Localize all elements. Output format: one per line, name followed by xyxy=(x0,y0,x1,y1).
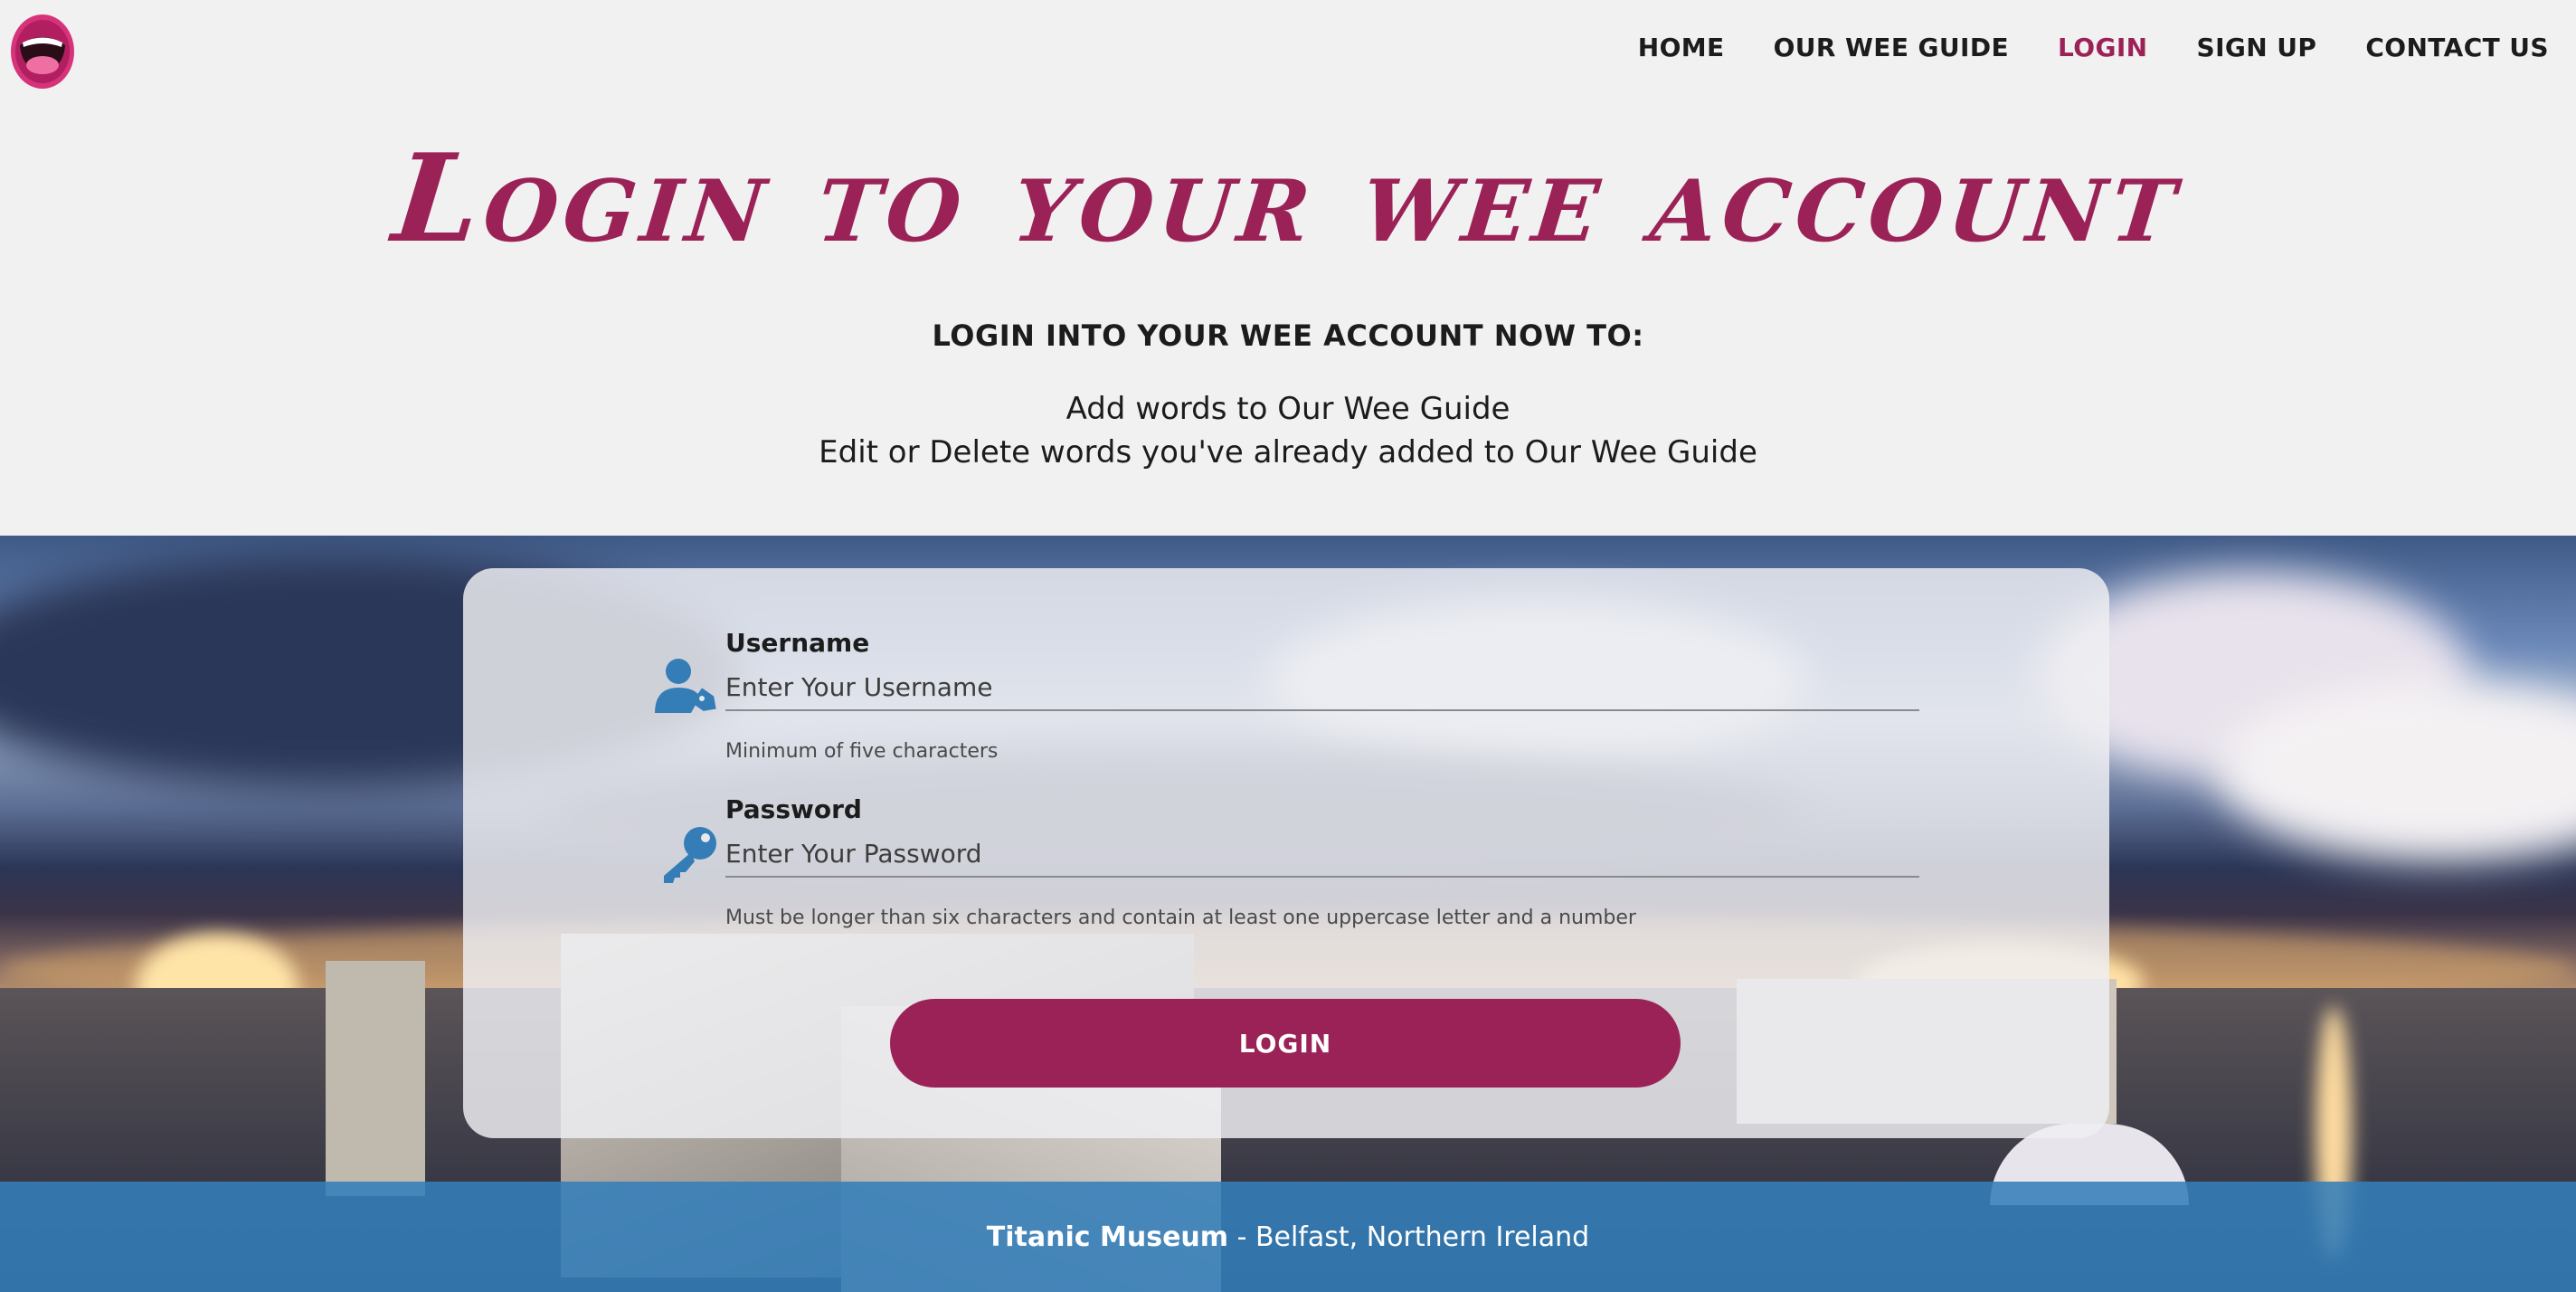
benefit-item: Add words to Our Wee Guide xyxy=(1065,391,1511,427)
login-button[interactable]: LOGIN xyxy=(890,999,1681,1088)
username-input[interactable] xyxy=(725,664,1919,711)
page-title: Login to your wee account xyxy=(387,127,2189,270)
caption-place: Titanic Museum xyxy=(986,1221,1229,1253)
main-nav: HOME OUR WEE GUIDE LOGIN SIGN UP CONTACT… xyxy=(1638,33,2549,62)
key-icon xyxy=(664,827,716,883)
nav-contact-us[interactable]: CONTACT US xyxy=(2365,33,2549,62)
open-mouth-logo-icon[interactable] xyxy=(9,13,76,90)
benefit-item: Edit or Delete words you've already adde… xyxy=(819,434,1757,470)
nav-home[interactable]: HOME xyxy=(1638,33,1725,62)
password-label: Password xyxy=(725,794,862,824)
user-tag-icon xyxy=(655,659,716,713)
benefits-list: Add words to Our Wee Guide Edit or Delet… xyxy=(0,387,2576,474)
username-hint: Minimum of five characters xyxy=(725,740,999,763)
password-hint: Must be longer than six characters and c… xyxy=(725,907,1636,929)
benefits-heading: LOGIN INTO YOUR WEE ACCOUNT NOW TO: xyxy=(932,318,1644,353)
nav-login[interactable]: LOGIN xyxy=(2058,33,2147,62)
username-label: Username xyxy=(725,628,870,658)
nav-sign-up[interactable]: SIGN UP xyxy=(2197,33,2317,62)
caption-location: Belfast, Northern Ireland xyxy=(1255,1221,1590,1253)
nav-our-wee-guide[interactable]: OUR WEE GUIDE xyxy=(1774,33,2009,62)
photo-caption: Titanic Museum - Belfast, Northern Irela… xyxy=(0,1182,2576,1292)
password-input[interactable] xyxy=(725,831,1919,878)
caption-separator: - xyxy=(1228,1221,1255,1253)
